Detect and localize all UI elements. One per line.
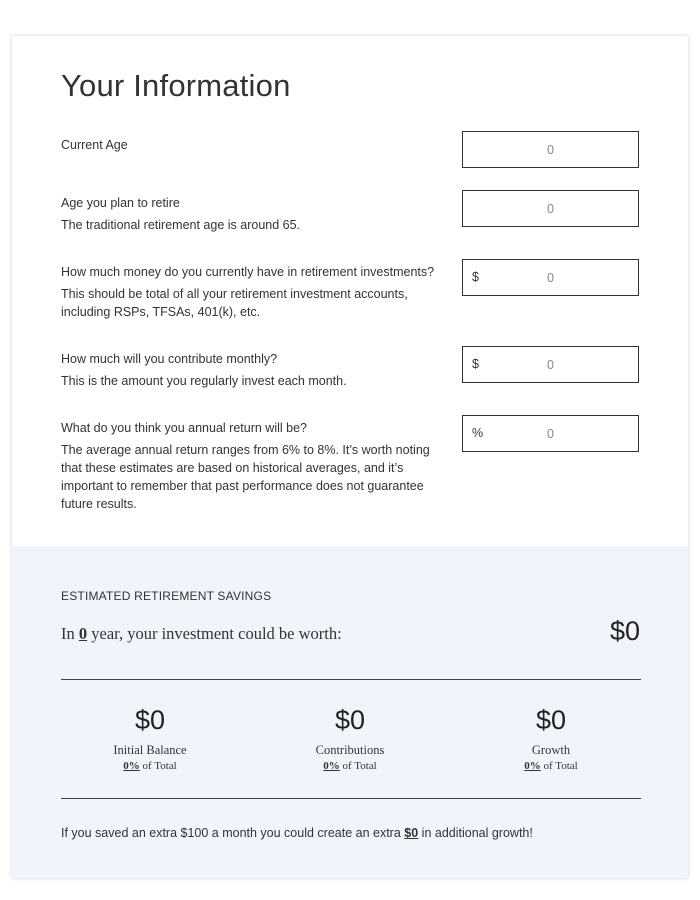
annual-return-input[interactable] bbox=[463, 416, 638, 451]
stat-percent-suffix: of Total bbox=[139, 760, 177, 772]
current-age-field[interactable] bbox=[462, 131, 639, 168]
question-current-age: Current Age bbox=[61, 136, 451, 158]
results-heading: ESTIMATED RETIREMENT SAVINGS bbox=[61, 589, 272, 603]
total-value: $0 bbox=[609, 616, 640, 646]
results-sentence: In 0 year, your investment could be wort… bbox=[61, 624, 342, 644]
annual-return-field[interactable]: % bbox=[462, 415, 639, 452]
stat-name: Contributions bbox=[315, 743, 385, 757]
stat-amount: $0 bbox=[334, 705, 366, 735]
stat-percent: 0% of Total bbox=[60, 760, 240, 772]
stat-growth: $0 Growth 0% of Total bbox=[461, 703, 641, 772]
stat-percent-suffix: of Total bbox=[540, 760, 578, 772]
question-current-savings: How much money do you currently have in … bbox=[61, 263, 451, 321]
question-description: The traditional retirement age is around… bbox=[61, 218, 301, 232]
stat-percent-value: 0% bbox=[323, 760, 340, 772]
extra-savings-note: If you saved an extra $100 a month you c… bbox=[61, 826, 533, 840]
current-age-input[interactable] bbox=[463, 132, 638, 167]
stat-initial-balance: $0 Initial Balance 0% of Total bbox=[60, 703, 240, 772]
stat-percent-value: 0% bbox=[524, 760, 541, 772]
question-retire-age: Age you plan to retire The traditional r… bbox=[61, 194, 451, 234]
question-label: How much will you contribute monthly? bbox=[61, 352, 278, 366]
question-description: The average annual return ranges from 6%… bbox=[61, 443, 430, 511]
current-savings-input[interactable] bbox=[463, 260, 638, 295]
results-panel: ESTIMATED RETIREMENT SAVINGS In 0 year, … bbox=[12, 546, 688, 878]
stat-percent: 0% of Total bbox=[461, 760, 641, 772]
years-value: 0 bbox=[78, 624, 88, 643]
note-suffix: in additional growth! bbox=[418, 826, 533, 840]
question-label: Age you plan to retire bbox=[61, 196, 180, 210]
retirement-calculator-card: Your Information Current Age Age you pla… bbox=[12, 36, 688, 878]
question-label: What do you think you annual return will… bbox=[61, 421, 307, 435]
question-description: This should be total of all your retirem… bbox=[61, 287, 408, 319]
note-amount: $0 bbox=[404, 826, 419, 840]
monthly-contribution-input[interactable] bbox=[463, 347, 638, 382]
note-prefix: If you saved an extra $100 a month you c… bbox=[61, 826, 405, 840]
monthly-contribution-field[interactable]: $ bbox=[462, 346, 639, 383]
stat-percent-value: 0% bbox=[123, 760, 140, 772]
sentence-prefix: In bbox=[61, 624, 79, 643]
stat-amount: $0 bbox=[535, 705, 567, 735]
stat-name: Growth bbox=[531, 743, 571, 757]
question-label: Current Age bbox=[61, 138, 128, 152]
stat-name: Initial Balance bbox=[113, 743, 187, 757]
page-title: Your Information bbox=[61, 68, 291, 103]
question-monthly-contribution: How much will you contribute monthly? Th… bbox=[61, 350, 451, 390]
divider-top bbox=[61, 679, 641, 680]
sentence-suffix: year, your investment could be worth: bbox=[87, 624, 342, 643]
question-description: This is the amount you regularly invest … bbox=[61, 374, 347, 388]
stat-percent: 0% of Total bbox=[260, 760, 440, 772]
question-annual-return: What do you think you annual return will… bbox=[61, 419, 451, 513]
divider-bottom bbox=[61, 798, 641, 799]
current-savings-field[interactable]: $ bbox=[462, 259, 639, 296]
question-label: How much money do you currently have in … bbox=[61, 265, 435, 279]
stat-amount: $0 bbox=[134, 705, 166, 735]
retire-age-input[interactable] bbox=[463, 191, 638, 226]
stat-contributions: $0 Contributions 0% of Total bbox=[260, 703, 440, 772]
stat-percent-suffix: of Total bbox=[339, 760, 377, 772]
retire-age-field[interactable] bbox=[462, 190, 639, 227]
